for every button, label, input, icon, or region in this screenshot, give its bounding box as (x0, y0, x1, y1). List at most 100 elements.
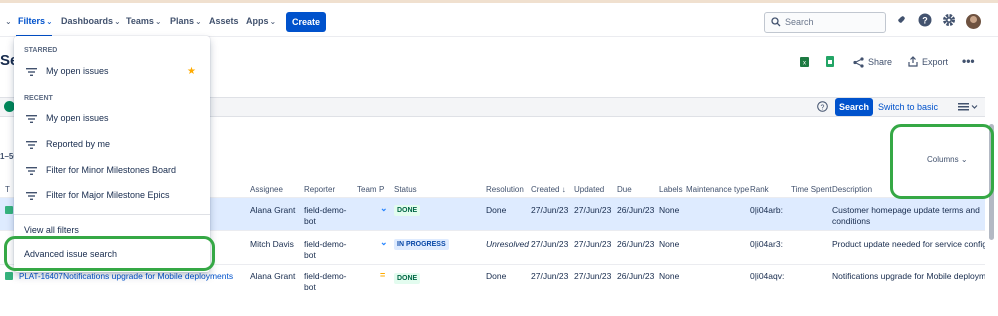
sort-descending-icon: ↓ (561, 185, 566, 194)
cell-rank: 0|i04ar3: (750, 239, 783, 249)
issue-summary-link[interactable]: Notifications upgrade for Mobile deploym… (63, 271, 233, 282)
dropdown-item-major-milestone-epics[interactable]: Filter for Major Milestone Epics (14, 185, 210, 207)
cell-resolution: Done (486, 271, 507, 281)
view-options-icon[interactable] (958, 103, 978, 111)
switch-to-basic-link[interactable]: Switch to basic (878, 102, 938, 112)
export-icon[interactable] (908, 56, 918, 67)
settings-gear-icon[interactable] (942, 13, 956, 27)
sheets-export-icon[interactable] (826, 56, 834, 67)
col-header-due[interactable]: Due (617, 185, 632, 194)
issue-key-link[interactable]: PLAT-16407 (19, 271, 63, 282)
nav-dashboards[interactable]: Dashboards⌄ (61, 11, 121, 31)
nav-assets[interactable]: Assets (209, 11, 239, 31)
create-button[interactable]: Create (286, 12, 326, 32)
status-badge[interactable]: IN PROGRESS (394, 239, 449, 250)
col-header-maintenance-type[interactable]: Maintenance type (686, 185, 749, 194)
svg-text:?: ? (922, 16, 928, 26)
search-placeholder: Search (785, 17, 814, 27)
story-type-icon (5, 272, 13, 280)
svg-text:x: x (803, 61, 806, 67)
story-type-icon (5, 206, 13, 214)
cell-reporter: field-demo-bot (304, 239, 347, 260)
nav-plans[interactable]: Plans⌄ (170, 11, 202, 31)
nav-overflow-chevron-icon[interactable]: ⌄ (4, 11, 12, 31)
cell-rank: 0|i04aqv: (750, 271, 785, 281)
cell-assignee: Mitch Davis (250, 239, 294, 249)
cell-description: Product update needed for service config (832, 239, 985, 249)
highlight-columns (890, 124, 994, 199)
cell-description: Notifications upgrade for Mobile deploym (832, 271, 985, 281)
priority-low-icon: ⌄ (380, 203, 388, 213)
cell-reporter: field-demo-bot (304, 271, 347, 292)
col-header-rank[interactable]: Rank (750, 185, 769, 194)
status-badge[interactable]: DONE (394, 273, 421, 284)
search-icon (771, 17, 781, 27)
search-button[interactable]: Search (835, 98, 873, 116)
recent-heading: RECENT (24, 95, 53, 102)
col-header-assignee[interactable]: Assignee (250, 185, 283, 194)
share-button[interactable]: Share (868, 57, 892, 67)
col-header-reporter[interactable]: Reporter (304, 185, 335, 194)
cell-resolution: Done (486, 205, 507, 215)
col-header-created[interactable]: Created ↓ (531, 185, 566, 194)
dropdown-item-minor-milestones[interactable]: Filter for Minor Milestones Board (14, 160, 210, 182)
cell-due: 26/Jun/23 (617, 205, 655, 215)
top-navigation: ⌄ Filters⌄ Dashboards⌄ Teams⌄ Plans⌄ Ass… (0, 3, 998, 37)
starred-heading: STARRED (24, 47, 58, 54)
dropdown-item-reported-by-me[interactable]: Reported by me (14, 134, 210, 156)
filter-icon (26, 68, 37, 76)
cell-reporter: field-demo-bot (304, 205, 347, 226)
cell-labels: None (659, 271, 680, 281)
status-badge[interactable]: DONE (394, 205, 421, 216)
cell-updated: 27/Jun/23 (574, 205, 612, 215)
share-icon[interactable] (853, 57, 864, 68)
col-header-team[interactable]: Team (357, 185, 377, 194)
cell-labels: None (659, 205, 680, 215)
dropdown-item-label: Filter for Minor Milestones Board (46, 165, 177, 175)
col-header-updated[interactable]: Updated (574, 185, 604, 194)
filter-icon (26, 141, 37, 149)
help-icon[interactable]: ? (918, 13, 932, 27)
nav-filters[interactable]: Filters⌄ (18, 11, 53, 31)
dropdown-item-starred-my-open-issues[interactable]: My open issues ★ (14, 61, 210, 83)
dropdown-item-recent-my-open-issues[interactable]: My open issues (14, 108, 210, 130)
filter-icon (26, 115, 37, 123)
highlight-advanced-search (4, 236, 215, 271)
notifications-icon[interactable] (894, 14, 907, 27)
cell-assignee: Alana Grant (250, 205, 296, 215)
filter-icon (26, 192, 37, 200)
search-input[interactable]: Search (764, 12, 886, 33)
user-avatar[interactable] (966, 14, 981, 29)
cell-created: 27/Jun/23 (531, 205, 569, 215)
filter-icon (26, 167, 37, 175)
cell-updated: 27/Jun/23 (574, 239, 612, 249)
syntax-help-icon[interactable]: ? (817, 101, 828, 112)
col-header-type[interactable]: T (5, 185, 10, 194)
dropdown-item-label: Reported by me (46, 139, 111, 149)
col-header-labels[interactable]: Labels (659, 185, 683, 194)
more-actions-icon[interactable]: ••• (962, 54, 975, 68)
excel-export-icon[interactable]: x (800, 57, 809, 67)
cell-due: 26/Jun/23 (617, 239, 655, 249)
priority-low-icon: ⌄ (380, 237, 388, 247)
col-header-description[interactable]: Description (832, 185, 872, 194)
cell-created: 27/Jun/23 (531, 271, 569, 281)
cell-updated: 27/Jun/23 (574, 271, 612, 281)
star-icon[interactable]: ★ (187, 66, 196, 77)
export-button[interactable]: Export (922, 57, 948, 67)
col-header-status[interactable]: Status (394, 185, 417, 194)
cell-rank: 0|i04arb: (750, 205, 783, 215)
dropdown-divider (14, 214, 210, 215)
cell-resolution: Unresolved (486, 239, 529, 249)
view-all-filters-link[interactable]: View all filters (24, 225, 79, 235)
col-header-resolution[interactable]: Resolution (486, 185, 524, 194)
nav-teams[interactable]: Teams⌄ (126, 11, 162, 31)
col-header-priority[interactable]: P (379, 185, 384, 194)
cell-created: 27/Jun/23 (531, 239, 569, 249)
col-header-time-spent[interactable]: Time Spent (791, 185, 832, 194)
dropdown-item-label: Filter for Major Milestone Epics (46, 190, 170, 200)
nav-apps[interactable]: Apps⌄ (246, 11, 276, 31)
cell-assignee: Alana Grant (250, 271, 296, 281)
priority-medium-icon: = (380, 270, 386, 280)
cell-labels: None (659, 239, 680, 249)
